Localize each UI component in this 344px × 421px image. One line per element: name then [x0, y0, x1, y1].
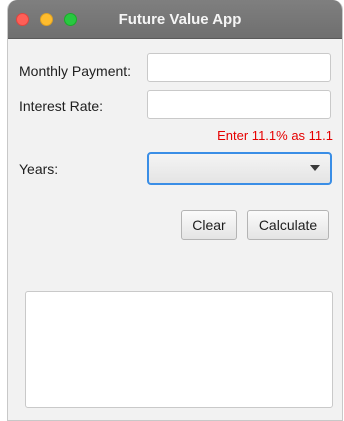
interest-rate-input[interactable]: [147, 90, 331, 119]
result-output-area[interactable]: [25, 291, 333, 408]
window-title: Future Value App: [118, 11, 242, 28]
interest-rate-label: Interest Rate:: [19, 98, 104, 114]
calculate-button[interactable]: Calculate: [247, 210, 329, 240]
clear-button[interactable]: Clear: [181, 210, 237, 240]
monthly-payment-input[interactable]: [147, 53, 331, 82]
monthly-payment-label: Monthly Payment:: [19, 63, 132, 79]
title-bar[interactable]: Future Value App: [8, 0, 342, 39]
years-dropdown[interactable]: [147, 152, 332, 185]
chevron-down-icon: [310, 165, 320, 171]
app-window: Future Value App Monthly Payment: Intere…: [7, 0, 343, 421]
years-label: Years:: [19, 161, 59, 177]
interest-rate-hint: Enter 11.1% as 11.1: [217, 128, 333, 143]
